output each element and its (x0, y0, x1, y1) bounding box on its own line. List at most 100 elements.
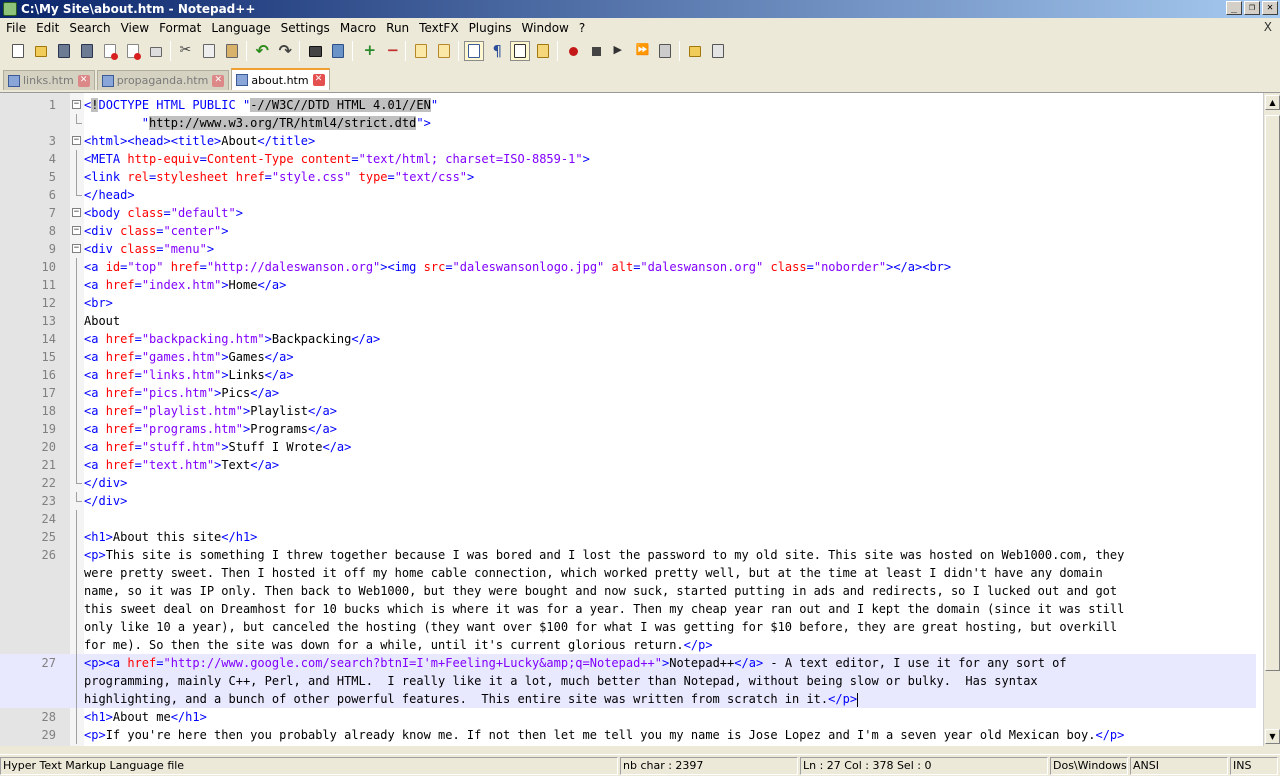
tab-close-icon[interactable]: ✕ (77, 74, 90, 87)
paste-icon[interactable] (223, 42, 241, 60)
tab-links-htm[interactable]: links.htm ✕ (3, 70, 95, 90)
code-line[interactable]: 25 <h1>About this site</h1> (0, 528, 1256, 546)
record-macro-icon[interactable] (564, 42, 582, 60)
code-line[interactable]: 14 <a href="backpacking.htm">Backpacking<… (0, 330, 1256, 348)
code-line[interactable]: 8 − <div class="center"> (0, 222, 1256, 240)
sync-horizontal-icon[interactable] (435, 42, 453, 60)
menu-window[interactable]: Window (518, 19, 575, 37)
menu-edit[interactable]: Edit (32, 19, 65, 37)
fold-toggle-icon[interactable]: − (72, 226, 81, 235)
code-line[interactable]: this sweet deal on Dreamhost for 10 buck… (0, 600, 1256, 618)
code-line[interactable]: 24 (0, 510, 1256, 528)
editor-pane[interactable]: 1− <!DOCTYPE HTML PUBLIC "-//W3C//DTD HTM… (0, 92, 1280, 746)
menu-language[interactable]: Language (207, 19, 276, 37)
code-line[interactable]: 7 − <body class="default"> (0, 204, 1256, 222)
code-line[interactable]: 10 <a id="top" href="http://daleswanson.o… (0, 258, 1256, 276)
fold-toggle-icon[interactable]: − (72, 136, 81, 145)
menu-plugins[interactable]: Plugins (465, 19, 518, 37)
open-folder-icon[interactable] (686, 42, 704, 60)
code-line[interactable]: 29 <p>If you're here then you probably al… (0, 726, 1256, 744)
code-line[interactable]: 27 <p><a href="http://www.google.com/sear… (0, 654, 1256, 672)
new-file-icon[interactable] (9, 42, 27, 60)
code-line[interactable]: 18 <a href="playlist.htm">Playlist</a> (0, 402, 1256, 420)
tab-propaganda-htm[interactable]: propaganda.htm ✕ (96, 70, 230, 90)
playback-macro-icon[interactable] (610, 42, 628, 60)
open-file-icon[interactable] (32, 42, 50, 60)
code-line[interactable]: only like 10 a year), but canceled the h… (0, 618, 1256, 636)
scroll-down-arrow-icon[interactable]: ▼ (1265, 729, 1280, 744)
restore-button[interactable]: ❐ (1244, 1, 1260, 15)
zoom-in-icon[interactable] (359, 41, 377, 60)
word-wrap-icon[interactable] (463, 41, 484, 61)
code-line[interactable]: 23 </div> (0, 492, 1256, 510)
fold-toggle-icon[interactable]: − (72, 208, 81, 217)
menu-macro[interactable]: Macro (336, 19, 382, 37)
zoom-out-icon[interactable] (382, 41, 400, 60)
scroll-thumb[interactable] (1265, 115, 1280, 671)
code-line[interactable]: 17 <a href="pics.htm">Pics</a> (0, 384, 1256, 402)
menu-view[interactable]: View (117, 19, 155, 37)
tab-about-htm[interactable]: about.htm ✕ (231, 68, 330, 90)
save-icon[interactable] (55, 42, 73, 60)
code-line[interactable]: 28 <h1>About me</h1> (0, 708, 1256, 726)
save-macro-icon[interactable] (656, 42, 674, 60)
fold-toggle-icon[interactable]: − (72, 244, 81, 253)
user-language-icon[interactable] (534, 42, 552, 60)
run-macro-multiple-icon[interactable] (633, 42, 651, 60)
code-line[interactable]: highlighting, and a bunch of other power… (0, 690, 1256, 708)
redo-icon[interactable] (276, 41, 294, 60)
code-line[interactable]: 21 <a href="text.htm">Text</a> (0, 456, 1256, 474)
replace-icon[interactable] (329, 42, 347, 60)
code-line[interactable]: 12 <br> (0, 294, 1256, 312)
code-area[interactable]: 1− <!DOCTYPE HTML PUBLIC "-//W3C//DTD HTM… (0, 96, 1256, 744)
copy-icon[interactable] (200, 42, 218, 60)
cut-icon[interactable] (177, 42, 195, 60)
print-icon[interactable] (147, 42, 165, 60)
minimize-button[interactable]: _ (1226, 1, 1242, 15)
menu-search[interactable]: Search (65, 19, 116, 37)
menu-help[interactable]: ? (575, 19, 591, 37)
vertical-scrollbar[interactable]: ▲ ▼ (1263, 93, 1280, 746)
menu-format[interactable]: Format (155, 19, 207, 37)
close-all-icon[interactable] (124, 42, 142, 60)
stop-record-icon[interactable] (587, 42, 605, 60)
code-line[interactable]: 13 About (0, 312, 1256, 330)
code-line[interactable]: 19 <a href="programs.htm">Programs</a> (0, 420, 1256, 438)
show-all-chars-icon[interactable] (488, 42, 506, 60)
close-window-button[interactable]: ✕ (1262, 1, 1278, 15)
close-icon[interactable] (101, 42, 119, 60)
code-line[interactable]: 1 − <!DOCTYPE HTML PUBLIC "-//W3C//DTD HTM… (0, 96, 1256, 114)
code-line[interactable]: 6 </head> (0, 186, 1256, 204)
code-line[interactable]: 15 <a href="games.htm">Games</a> (0, 348, 1256, 366)
code-line[interactable]: 3 − <html><head><title>About</title> (0, 132, 1256, 150)
code-line[interactable]: 26 <p>This site is something I threw toge… (0, 546, 1256, 564)
code-line[interactable]: 9 − <div class="menu"> (0, 240, 1256, 258)
fold-toggle-icon[interactable]: − (72, 100, 81, 109)
code-line[interactable]: 5 <link rel=stylesheet href="style.css" t… (0, 168, 1256, 186)
menu-file[interactable]: File (2, 19, 32, 37)
close-document-button[interactable]: X (1264, 20, 1272, 34)
code-line[interactable]: 16 <a href="links.htm">Links</a> (0, 366, 1256, 384)
tab-close-icon[interactable]: ✕ (212, 74, 225, 87)
code-line[interactable]: 4 <META http-equiv=Content-Type content="… (0, 150, 1256, 168)
scroll-up-arrow-icon[interactable]: ▲ (1265, 95, 1280, 110)
tag-token (604, 260, 611, 274)
code-line[interactable]: 20 <a href="stuff.htm">Stuff I Wrote</a> (0, 438, 1256, 456)
favorites-icon[interactable] (709, 42, 727, 60)
code-line[interactable]: for me). So then the site was down for a… (0, 636, 1256, 654)
code-line[interactable]: 22 </div> (0, 474, 1256, 492)
find-icon[interactable] (306, 42, 324, 60)
menu-textfx[interactable]: TextFX (415, 19, 464, 37)
indent-guide-icon[interactable] (509, 41, 530, 61)
code-line[interactable]: "http://www.w3.org/TR/html4/strict.dtd"> (0, 114, 1256, 132)
code-line[interactable]: 11 <a href="index.htm">Home</a> (0, 276, 1256, 294)
menu-settings[interactable]: Settings (277, 19, 336, 37)
code-line[interactable]: name, so it was IP only. Then back to We… (0, 582, 1256, 600)
menu-run[interactable]: Run (382, 19, 415, 37)
code-line[interactable]: programming, mainly C++, Perl, and HTML.… (0, 672, 1256, 690)
sync-vertical-icon[interactable] (412, 42, 430, 60)
code-line[interactable]: were pretty sweet. Then I hosted it off … (0, 564, 1256, 582)
tab-close-icon[interactable]: ✕ (312, 74, 325, 86)
undo-icon[interactable] (253, 41, 271, 60)
save-all-icon[interactable] (78, 42, 96, 60)
